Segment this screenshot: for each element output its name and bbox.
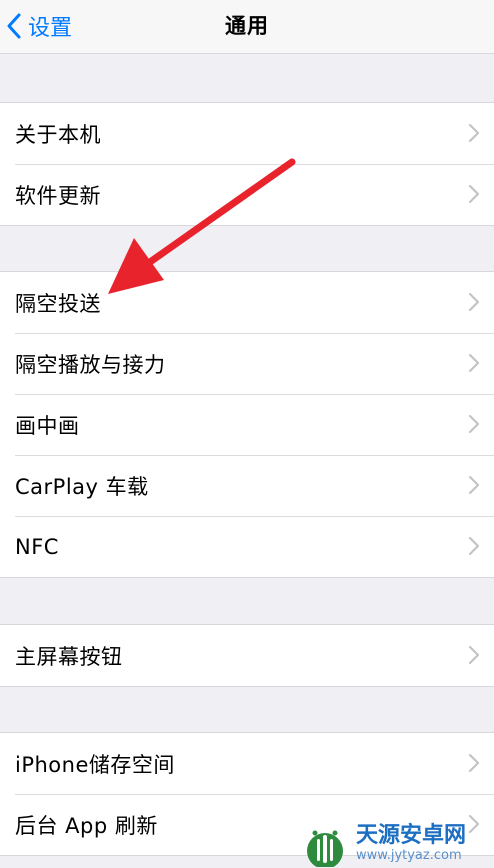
chevron-right-icon bbox=[468, 123, 480, 143]
settings-item-label: 主屏幕按钮 bbox=[15, 644, 123, 669]
watermark-name: 天源安卓网 bbox=[356, 823, 467, 848]
settings-item-airplay-handoff[interactable]: 隔空播放与接力 bbox=[0, 333, 494, 394]
chevron-right-icon bbox=[468, 414, 480, 434]
settings-item-picture-in-picture[interactable]: 画中画 bbox=[0, 394, 494, 455]
settings-item-label: iPhone储存空间 bbox=[15, 752, 175, 777]
settings-item-label: 隔空播放与接力 bbox=[15, 352, 166, 377]
navigation-bar: 设置 通用 bbox=[0, 0, 494, 54]
android-logo-icon bbox=[307, 830, 343, 867]
settings-item-airdrop[interactable]: 隔空投送 bbox=[0, 272, 494, 333]
settings-item-home-button[interactable]: 主屏幕按钮 bbox=[0, 625, 494, 686]
chevron-right-icon bbox=[468, 645, 480, 665]
watermark-url: www.jytyaz.com bbox=[356, 848, 462, 863]
chevron-right-icon bbox=[468, 753, 480, 773]
settings-item-software-update[interactable]: 软件更新 bbox=[0, 164, 494, 225]
settings-item-carplay[interactable]: CarPlay 车载 bbox=[0, 455, 494, 516]
settings-item-nfc[interactable]: NFC bbox=[0, 516, 494, 577]
chevron-right-icon bbox=[468, 353, 480, 373]
page-title: 通用 bbox=[225, 14, 269, 38]
chevron-right-icon bbox=[468, 292, 480, 312]
settings-item-label: NFC bbox=[15, 534, 59, 559]
settings-item-about[interactable]: 关于本机 bbox=[0, 103, 494, 164]
settings-item-label: 关于本机 bbox=[15, 122, 101, 147]
settings-item-label: 隔空投送 bbox=[15, 291, 101, 316]
settings-group-home-button: 主屏幕按钮 bbox=[0, 624, 494, 687]
chevron-right-icon bbox=[468, 536, 480, 556]
settings-item-label: CarPlay 车载 bbox=[15, 474, 149, 499]
settings-item-iphone-storage[interactable]: iPhone储存空间 bbox=[0, 733, 494, 794]
settings-item-label: 后台 App 刷新 bbox=[15, 813, 158, 838]
chevron-right-icon bbox=[468, 475, 480, 495]
chevron-right-icon bbox=[468, 184, 480, 204]
settings-item-label: 画中画 bbox=[15, 413, 80, 438]
settings-group-about: 关于本机 软件更新 bbox=[0, 102, 494, 226]
settings-group-connectivity: 隔空投送 隔空播放与接力 画中画 CarPlay 车载 NFC bbox=[0, 271, 494, 578]
watermark: 天源安卓网 www.jytyaz.com bbox=[300, 820, 494, 868]
settings-item-label: 软件更新 bbox=[15, 183, 101, 208]
